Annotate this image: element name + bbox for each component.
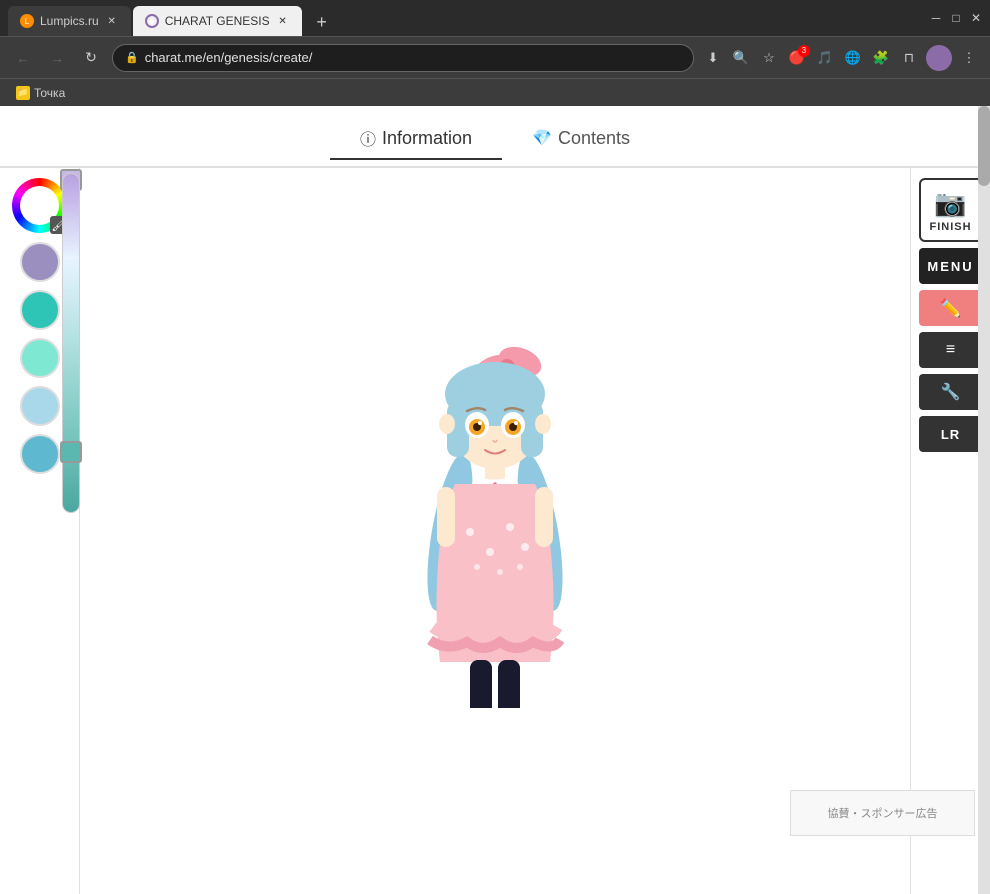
tab-information[interactable]: ⓘ Information [330,118,502,160]
contents-tab-label: Contents [558,128,630,149]
address-bar: ← → ↻ 🔒 charat.me/en/genesis/create/ ⬇ 🔍… [0,36,990,78]
downloads-icon[interactable]: ⬇ [702,47,724,69]
character-svg [365,332,625,732]
edit-button[interactable]: ✏️ [919,290,983,326]
zoom-icon[interactable]: 🔍 [730,47,752,69]
profile-avatar[interactable] [926,45,952,71]
wrench-icon: 🔧 [941,382,961,402]
pencil-icon: ✏️ [939,298,961,319]
menu-button[interactable]: MENU [919,248,983,284]
tab-bar: L Lumpics.ru ✕ ◆ CHARAT GENESIS ✕ + [8,0,336,36]
finish-button[interactable]: 📷 FINISH [919,178,983,242]
color-swatch-light-teal[interactable] [20,338,60,378]
menu-dots-icon[interactable]: ⋮ [958,47,980,69]
maximize-button[interactable]: □ [950,12,962,24]
info-icon: ⓘ [360,126,376,150]
forward-button[interactable]: → [44,45,70,71]
back-button[interactable]: ← [10,45,36,71]
color-swatch-light-blue[interactable] [20,386,60,426]
info-tab-label: Information [382,128,472,149]
layers-button[interactable]: ≡ [919,332,983,368]
tab-charat[interactable]: ◆ CHARAT GENESIS ✕ [133,6,302,36]
translate-icon[interactable]: 🌐 [842,47,864,69]
folder-icon: 📁 [16,86,30,100]
main-content: ⓘ Information 💎 Contents 🖌 [0,106,990,894]
page-scrollbar[interactable] [978,106,990,894]
address-input[interactable]: 🔒 charat.me/en/genesis/create/ [112,44,694,72]
diamond-icon: 💎 [532,128,552,148]
ad-text: 協賛・スポンサー広告 [828,805,938,821]
bookmark-label: Точка [34,86,65,100]
finish-label: FINISH [929,221,971,233]
layers-icon: ≡ [946,341,955,359]
color-swatch-sky-blue[interactable] [20,434,60,474]
extension-icon[interactable]: 🔴 [786,47,808,69]
slider-thumb-bottom[interactable] [60,441,82,463]
title-bar: L Lumpics.ru ✕ ◆ CHARAT GENESIS ✕ + ─ □ … [0,0,990,36]
minimize-button[interactable]: ─ [930,12,942,24]
character-figure [365,332,625,732]
menu-label: MENU [927,259,973,274]
window-controls: ─ □ ✕ [930,12,982,24]
browser-toolbar: ⬇ 🔍 ☆ 🔴 🎵 🌐 🧩 ⊓ ⋮ [702,45,980,71]
charat-favicon: ◆ [145,14,159,28]
camera-icon: 📷 [934,188,966,219]
close-button[interactable]: ✕ [970,12,982,24]
star-icon[interactable]: ☆ [758,47,780,69]
page: ⓘ Information 💎 Contents 🖌 [0,106,990,894]
new-tab-button[interactable]: + [308,8,336,36]
url-text: charat.me/en/genesis/create/ [145,50,313,65]
charat-tab-label: CHARAT GENESIS [165,14,270,28]
lumpics-tab-close[interactable]: ✕ [105,14,119,28]
charat-tab-close[interactable]: ✕ [276,14,290,28]
scrollbar-thumb[interactable] [978,106,990,186]
character-canvas [80,168,910,894]
bookmark-tochka[interactable]: 📁 Точка [10,84,71,102]
lock-icon: 🔒 [125,51,139,64]
lumpics-tab-label: Lumpics.ru [40,14,99,28]
lr-button[interactable]: LR [919,416,983,452]
music-icon[interactable]: 🎵 [814,47,836,69]
refresh-button[interactable]: ↻ [78,45,104,71]
lr-icon: LR [941,427,960,442]
top-navigation: ⓘ Information 💎 Contents [0,106,990,168]
tab-lumpics[interactable]: L Lumpics.ru ✕ [8,6,131,36]
cast-icon[interactable]: ⊓ [898,47,920,69]
lumpics-favicon: L [20,14,34,28]
settings-button[interactable]: 🔧 [919,374,983,410]
tab-contents[interactable]: 💎 Contents [502,120,660,159]
puzzle-icon[interactable]: 🧩 [870,47,892,69]
color-swatch-teal[interactable] [20,290,60,330]
color-slider[interactable] [62,173,80,513]
ad-panel: 協賛・スポンサー広告 [790,790,975,836]
color-swatch-purple[interactable] [20,242,60,282]
bookmarks-bar: 📁 Точка [0,78,990,106]
